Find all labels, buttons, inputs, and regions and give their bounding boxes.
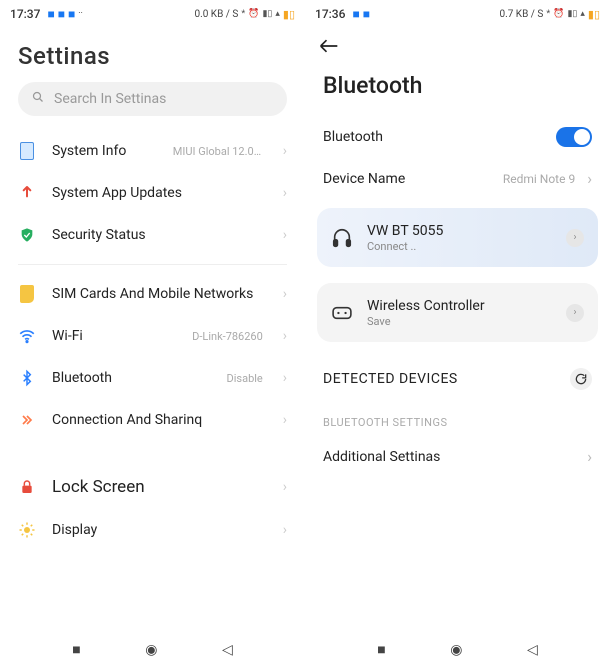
network-speed: 0.7 KB / S — [499, 9, 543, 20]
paired-device-card[interactable]: VW BT 5055 Connect .. › — [317, 208, 598, 267]
headphones-icon — [331, 227, 353, 249]
chevron-right-icon[interactable]: › — [566, 229, 584, 247]
status-time: 17:36 — [315, 7, 345, 21]
gamepad-icon — [331, 305, 353, 321]
chevron-right-icon: › — [587, 169, 592, 188]
signal-icon: ▮▯ — [262, 9, 272, 19]
update-icon — [18, 184, 36, 202]
chevron-right-icon: › — [283, 479, 287, 495]
chevron-right-icon: › — [587, 447, 592, 466]
chevron-right-icon: › — [283, 227, 287, 243]
bluetooth-screen: 17:36 ■ ■ 0.7 KB / S * ⏰ ▮▯ ▴ ▮▯ Bluetoo… — [305, 0, 610, 668]
phone-icon — [18, 142, 36, 160]
chevron-right-icon: › — [283, 328, 287, 344]
status-time: 17:37 — [10, 7, 40, 21]
bluetooth-toggle[interactable] — [556, 127, 592, 147]
search-icon — [32, 91, 44, 107]
messenger-icon: ■ — [58, 7, 65, 21]
additional-settings-row[interactable]: Additional Settinas › — [305, 435, 610, 478]
chevron-right-icon: › — [283, 370, 287, 386]
bt-status-icon: * — [546, 9, 550, 19]
app-icon: ■ — [68, 7, 75, 21]
nav-back[interactable]: ◁ — [222, 642, 233, 658]
back-button[interactable] — [305, 24, 610, 62]
page-title: Bluetooth — [305, 62, 610, 117]
nav-recent[interactable]: ■ — [377, 641, 385, 658]
page-title: Settinas — [0, 24, 305, 82]
settings-screen: 17:37 ■ ■ ■ ·· 0.0 KB / S * ⏰ ▮▯ ▴ ▮▯ Se… — [0, 0, 305, 668]
share-icon — [18, 411, 36, 429]
nav-recent[interactable]: ■ — [72, 641, 80, 658]
chevron-right-icon: › — [283, 143, 287, 159]
detected-devices-header: DETECTED DEVICES — [305, 350, 610, 396]
divider — [18, 264, 287, 265]
nav-back[interactable]: ◁ — [527, 642, 538, 658]
nav-home[interactable]: ◉ — [145, 642, 157, 658]
row-updates[interactable]: System App Updates › — [0, 172, 305, 214]
row-sharing[interactable]: Connection And Sharinq › — [0, 399, 305, 441]
bluetooth-toggle-row: Bluetooth — [305, 117, 610, 157]
android-nav-bar: ■ ◉ ◁ — [0, 631, 305, 668]
device-name-row[interactable]: Device Name Redmi Note 9 › — [305, 157, 610, 200]
nav-home[interactable]: ◉ — [450, 642, 462, 658]
row-display[interactable]: Display › — [0, 509, 305, 551]
row-lock[interactable]: Lock Screen › — [0, 465, 305, 509]
search-placeholder: Search In Settinas — [54, 91, 166, 107]
row-sim[interactable]: SIM Cards And Mobile Networks › — [0, 273, 305, 315]
chevron-right-icon: › — [283, 522, 287, 538]
android-nav-bar: ■ ◉ ◁ — [305, 631, 610, 668]
sim-icon — [18, 285, 36, 303]
bt-status-icon: * — [241, 9, 245, 19]
wifi-status-icon: ▴ — [580, 9, 585, 19]
status-bar-right: 17:36 ■ ■ 0.7 KB / S * ⏰ ▮▯ ▴ ▮▯ — [305, 0, 610, 24]
chevron-right-icon: › — [283, 412, 287, 428]
more-icon: ·· — [78, 9, 83, 19]
row-security[interactable]: Security Status › — [0, 214, 305, 256]
chevron-right-icon[interactable]: › — [566, 304, 584, 322]
refresh-button[interactable] — [570, 368, 592, 390]
row-bluetooth[interactable]: Bluetooth Disable › — [0, 357, 305, 399]
alarm-icon: ⏰ — [248, 9, 259, 19]
status-bar-left: 17:37 ■ ■ ■ ·· 0.0 KB / S * ⏰ ▮▯ ▴ ▮▯ — [0, 0, 305, 24]
paired-device-card[interactable]: Wireless Controller Save › — [317, 283, 598, 342]
battery-icon: ▮▯ — [588, 8, 600, 21]
row-wifi[interactable]: Wi-Fi D-Link-786260 › — [0, 315, 305, 357]
network-speed: 0.0 KB / S — [194, 9, 238, 20]
facebook-icon: ■ — [47, 7, 54, 21]
wifi-status-icon: ▴ — [275, 9, 280, 19]
chevron-right-icon: › — [283, 185, 287, 201]
facebook-icon: ■ — [352, 7, 359, 21]
alarm-icon: ⏰ — [553, 9, 564, 19]
signal-icon: ▮▯ — [567, 9, 577, 19]
battery-icon: ▮▯ — [283, 8, 295, 21]
app-icon: ■ — [363, 7, 370, 21]
wifi-icon — [18, 327, 36, 345]
bluetooth-icon — [18, 369, 36, 387]
shield-icon — [18, 226, 36, 244]
bt-settings-header: BLUETOOTH SETTINGS — [305, 396, 610, 435]
row-system-info[interactable]: System Info MIUI Global 12.0.10 › — [0, 130, 305, 172]
sun-icon — [18, 521, 36, 539]
search-input[interactable]: Search In Settinas — [18, 82, 287, 116]
lock-icon — [18, 478, 36, 496]
chevron-right-icon: › — [283, 286, 287, 302]
